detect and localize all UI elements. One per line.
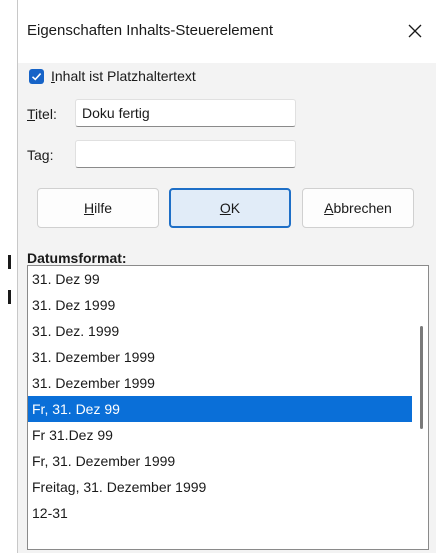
mnemonic-letter: g — [41, 147, 50, 163]
date-format-option[interactable]: Fr 31.Dez 99 — [28, 422, 412, 448]
title-bar: Eigenschaften Inhalts-Steuerelement — [18, 0, 436, 63]
label-text: itel: — [35, 106, 57, 122]
close-button[interactable] — [398, 14, 432, 48]
button-label: bbrechen — [333, 200, 392, 216]
date-format-option[interactable]: 31. Dez. 1999 — [28, 318, 412, 344]
date-format-items: 31. Dez 99 31. Dez 1999 31. Dez. 1999 31. D… — [28, 266, 428, 526]
button-label: K — [230, 200, 241, 216]
date-format-option[interactable]: Fr, 31. Dez 99 — [28, 396, 412, 422]
mnemonic-letter: A — [324, 200, 334, 216]
ok-button[interactable]: OK — [169, 188, 291, 228]
date-format-option[interactable]: 31. Dez 1999 — [28, 292, 412, 318]
background-mark — [8, 290, 11, 304]
title-input[interactable] — [75, 99, 296, 127]
date-format-option[interactable]: 31. Dezember 1999 — [28, 370, 412, 396]
label-text: Ta — [27, 147, 42, 163]
title-label: Titel: — [27, 106, 57, 122]
help-button[interactable]: Hilfe — [37, 188, 159, 228]
placeholder-checkbox[interactable] — [29, 68, 44, 84]
list-scrollbar[interactable] — [414, 266, 428, 549]
button-label: ilfe — [94, 200, 113, 216]
date-format-option[interactable]: 12-31 — [28, 500, 412, 526]
placeholder-checkbox-row[interactable]: Inhalt ist Platzhaltertext — [29, 66, 196, 86]
label-text: nhalt ist Platzhaltertext — [54, 68, 196, 84]
content-control-properties-dialog: Eigenschaften Inhalts-Steuerelement Inha… — [17, 0, 436, 553]
mnemonic-letter: H — [83, 200, 95, 216]
dialog-title: Eigenschaften Inhalts-Steuerelement — [27, 22, 273, 39]
date-format-list[interactable]: 31. Dez 99 31. Dez 1999 31. Dez. 1999 31. D… — [27, 265, 429, 550]
date-format-option[interactable]: Freitag, 31. Dezember 1999 — [28, 474, 412, 500]
placeholder-checkbox-label: Inhalt ist Platzhaltertext — [51, 68, 196, 84]
close-icon — [408, 24, 422, 38]
tag-label: Tag: — [27, 147, 53, 163]
date-format-option[interactable]: Fr, 31. Dezember 1999 — [28, 448, 412, 474]
mnemonic-letter: O — [219, 200, 231, 216]
cancel-button[interactable]: Abbrechen — [302, 188, 414, 228]
date-format-label: Datumsformat: — [27, 250, 127, 266]
mnemonic-letter: T — [27, 106, 36, 122]
tag-input[interactable] — [75, 140, 296, 168]
label-text: : — [49, 147, 54, 163]
background-mark — [8, 255, 11, 269]
background-window-edge — [0, 0, 17, 553]
checkmark-icon — [31, 72, 42, 81]
scrollbar-thumb[interactable] — [420, 326, 423, 429]
date-format-option[interactable]: 31. Dez 99 — [28, 266, 412, 292]
date-format-option[interactable]: 31. Dezember 1999 — [28, 344, 412, 370]
